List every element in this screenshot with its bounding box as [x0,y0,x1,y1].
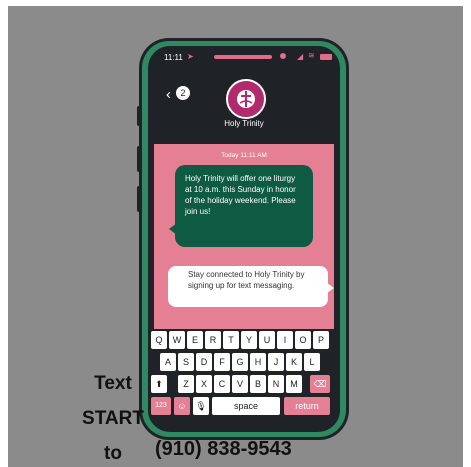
key-w[interactable]: W [169,331,185,349]
key-f[interactable]: F [214,353,230,371]
key-h[interactable]: H [250,353,266,371]
key-v[interactable]: V [232,375,248,393]
key-o[interactable]: O [295,331,311,349]
phone-side-button [137,146,141,172]
key-q[interactable]: Q [151,331,167,349]
back-icon[interactable]: ‹ [166,86,171,103]
outgoing-message-bubble: Stay connected to Holy Trinity by signin… [168,266,334,307]
key-g[interactable]: G [232,353,248,371]
camera-dot [280,53,286,59]
space-key[interactable]: space [212,397,280,415]
phone-number: (910) 838-9543 [155,438,292,460]
key-n[interactable]: N [268,375,284,393]
phone-screen: 11:11 ➤ ◢ ≋ ‹ 2 Holy Trinity Today 11:11… [148,46,340,432]
church-logo-graphic [231,84,261,114]
key-x[interactable]: X [196,375,212,393]
key-j[interactable]: J [268,353,284,371]
key-b[interactable]: B [250,375,266,393]
phone-side-button [137,106,141,126]
key-y[interactable]: Y [241,331,257,349]
promo-text-line: Text [94,373,132,394]
promo-text-line: to [104,443,122,464]
key-i[interactable]: I [277,331,293,349]
mic-icon[interactable]: 🎙 [193,397,209,415]
message-timestamp: Today 11:11 AM [221,152,267,159]
wifi-icon: ≋ [308,51,315,60]
phone-mockup: 11:11 ➤ ◢ ≋ ‹ 2 Holy Trinity Today 11:11… [137,38,349,440]
location-icon: ➤ [187,52,194,61]
key-c[interactable]: C [214,375,230,393]
status-time: 11:11 [164,53,183,62]
delete-icon[interactable]: ⌫ [310,375,330,393]
signal-icon: ◢ [297,52,304,61]
keyboard: Q W E R T Y U I O P A S D F G H J K L ⬆ … [148,329,340,425]
status-bar: 11:11 ➤ ◢ ≋ [148,46,340,68]
message-thread: Today 11:11 AM Holy Trinity will offer o… [154,144,334,329]
key-z[interactable]: Z [178,375,194,393]
key-d[interactable]: D [196,353,212,371]
key-e[interactable]: E [187,331,203,349]
phone-side-button [137,186,141,212]
key-s[interactable]: S [178,353,194,371]
church-logo-icon[interactable] [226,79,266,119]
return-key[interactable]: return [284,397,330,415]
promo-text-line: START [82,408,144,429]
key-m[interactable]: M [286,375,302,393]
key-k[interactable]: K [286,353,302,371]
battery-icon [320,54,332,60]
unread-count-badge: 2 [176,86,190,100]
notch-pill [214,55,272,59]
key-p[interactable]: P [313,331,329,349]
incoming-message-bubble: Holy Trinity will offer one liturgy at 1… [169,165,313,247]
key-t[interactable]: T [223,331,239,349]
key-a[interactable]: A [160,353,176,371]
key-l[interactable]: L [304,353,320,371]
key-r[interactable]: R [205,331,221,349]
emoji-icon[interactable]: ☺ [174,397,190,415]
contact-name: Holy Trinity [224,119,264,128]
key-u[interactable]: U [259,331,275,349]
